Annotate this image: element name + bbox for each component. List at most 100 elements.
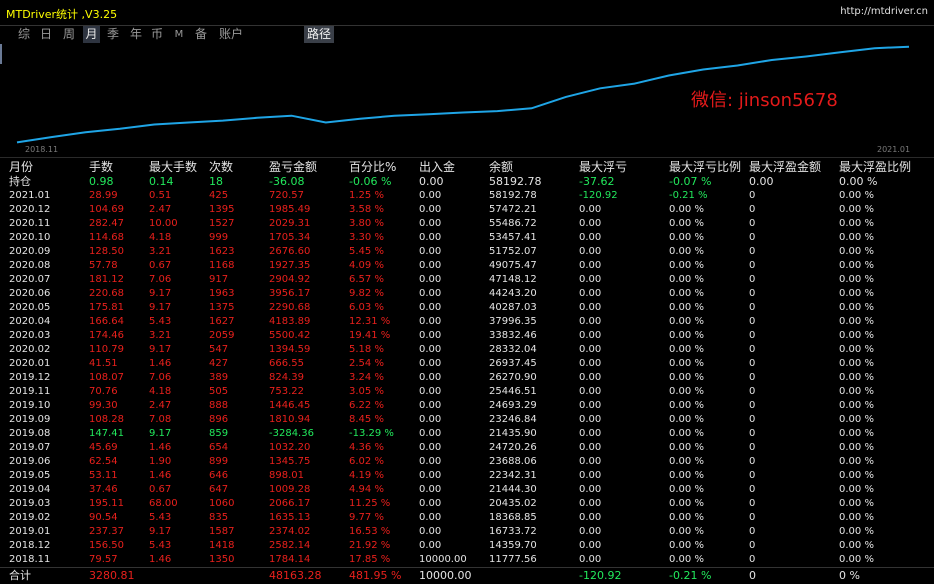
tab-quarter[interactable]: 季: [106, 26, 120, 43]
table-cell-6: 0.00: [419, 470, 442, 481]
table-row[interactable]: 2019.10 99.30 2.47 888 1446.45 6.22 % 0.00 2469…: [0, 399, 934, 413]
table-row[interactable]: 2019.08 147.41 9.17 859 -3284.36 -13.29 % 0.00…: [0, 427, 934, 441]
table-cell-7: 53457.41: [489, 232, 537, 243]
table-cell-8: 0.00: [579, 554, 602, 565]
table-cell-9: 0.00 %: [669, 316, 704, 327]
tab-currency[interactable]: 币: [150, 26, 164, 43]
table-cell-5: 1.25 %: [349, 190, 384, 201]
tab-m[interactable]: M: [173, 26, 185, 43]
table-cell-0: 2020.01: [9, 358, 51, 369]
table-cell-8: 0.00: [579, 274, 602, 285]
table-cell-4: 4183.89: [269, 316, 311, 327]
tab-year[interactable]: 年: [128, 26, 144, 43]
table-row[interactable]: 2019.05 53.11 1.46 646 898.01 4.19 % 0.00 22342…: [0, 469, 934, 483]
table-cell-2: 7.08: [149, 414, 172, 425]
table-row[interactable]: 2019.12 108.07 7.06 389 824.39 3.24 % 0.00 2627…: [0, 371, 934, 385]
table-row[interactable]: 2020.08 57.78 0.67 1168 1927.35 4.09 % 0.00 490…: [0, 259, 934, 273]
table-cell-10: 0: [749, 428, 756, 439]
table-row[interactable]: 2019.02 90.54 5.43 835 1635.13 9.77 % 0.00 1836…: [0, 511, 934, 525]
table-row[interactable]: 2020.01 41.51 1.46 427 666.55 2.54 % 0.00 26937…: [0, 357, 934, 371]
table-cell-11: 0.00 %: [839, 470, 874, 481]
table-cell-6: 0.00: [419, 288, 442, 299]
table-row[interactable]: 2019.04 37.46 0.67 647 1009.28 4.94 % 0.00 2144…: [0, 483, 934, 497]
table-row[interactable]: 2019.11 70.76 4.18 505 753.22 3.05 % 0.00 25446…: [0, 385, 934, 399]
table-cell-1: 104.69: [89, 204, 124, 215]
table-row[interactable]: 2020.05 175.81 9.17 1375 2290.68 6.03 % 0.00 40…: [0, 301, 934, 315]
table-cell-3: 899: [209, 456, 229, 467]
table-row[interactable]: 2020.02 110.79 9.17 547 1394.59 5.18 % 0.00 283…: [0, 343, 934, 357]
tab-account[interactable]: 账户: [217, 26, 245, 43]
table-row[interactable]: 2019.03 195.11 68.00 1060 2066.17 11.25 % 0.00…: [0, 497, 934, 511]
table-cell-9: 0.00 %: [669, 358, 704, 369]
table-row[interactable]: 2018.11 79.57 1.46 1350 1784.14 17.85 % 10000.…: [0, 553, 934, 567]
table-cell-7: 33832.46: [489, 330, 537, 341]
tab-month[interactable]: 月: [83, 26, 100, 43]
table-cell-2: 68.00: [149, 498, 178, 509]
table-row[interactable]: 2020.04 166.64 5.43 1627 4183.89 12.31 % 0.00 3…: [0, 315, 934, 329]
table-cell-7: 20435.02: [489, 498, 537, 509]
table-cell-10: 0: [749, 232, 756, 243]
table-row[interactable]: 2018.12 156.50 5.43 1418 2582.14 21.92 % 0.00 1…: [0, 539, 934, 553]
table-cell-11: 0.00 %: [839, 414, 874, 425]
table-cell-11: 0.00 %: [839, 442, 874, 453]
table-cell-7: 21444.30: [489, 484, 537, 495]
table-cell-4: 1345.75: [269, 456, 311, 467]
table-cell-11: 0.00 %: [839, 484, 874, 495]
table-cell-4: -3284.36: [269, 428, 314, 439]
table-cell-2: 1.46: [149, 442, 172, 453]
table-cell-3: 1418: [209, 540, 235, 551]
tab-week[interactable]: 周: [61, 26, 77, 43]
table-cell-6: 0.00: [419, 526, 442, 537]
table-cell-8: 0.00: [579, 414, 602, 425]
table-row[interactable]: 2020.09 128.50 3.21 1623 2676.60 5.45 % 0.00 51…: [0, 245, 934, 259]
table-row[interactable]: 2021.01 28.99 0.51 425 720.57 1.25 % 0.00 58192…: [0, 189, 934, 203]
table-cell-2: 9.17: [149, 344, 172, 355]
path-button[interactable]: 路径: [304, 26, 334, 43]
table-cell-1: 156.50: [89, 540, 124, 551]
tab-overall[interactable]: 综: [17, 26, 31, 43]
table-cell-11: 0.00 %: [839, 260, 874, 271]
table-cell-5: 4.94 %: [349, 484, 384, 495]
total-row: 合计 3280.81 48163.28 481.95 % 10000.00 -120.92…: [0, 567, 934, 584]
website-link[interactable]: http://mtdriver.cn: [840, 6, 928, 17]
table-row[interactable]: 2019.01 237.37 9.17 1587 2374.02 16.53 % 0.00 1…: [0, 525, 934, 539]
table-cell-3: 1375: [209, 302, 235, 313]
table-cell-5: 8.45 %: [349, 414, 384, 425]
header-cell-0: 月份: [9, 160, 34, 174]
table-cell-6: 0.00: [419, 190, 442, 201]
table-cell-9: 0.00 %: [669, 218, 704, 229]
table-cell-10: 0: [749, 372, 756, 383]
table-cell-1: 175.81: [89, 302, 124, 313]
table-row[interactable]: 2020.12 104.69 2.47 1395 1985.49 3.58 % 0.00 57…: [0, 203, 934, 217]
table-cell-0: 2020.05: [9, 302, 51, 313]
table-cell-8: 0.00: [579, 484, 602, 495]
total-cell-1: 3280.81: [89, 569, 135, 582]
table-cell-11: 0.00 %: [839, 344, 874, 355]
table-row[interactable]: 2020.11 282.47 10.00 1527 2029.31 3.80 % 0.00 5…: [0, 217, 934, 231]
table-row[interactable]: 2020.07 181.12 7.06 917 2904.92 6.57 % 0.00 471…: [0, 273, 934, 287]
tab-day[interactable]: 日: [39, 26, 53, 43]
table-cell-10: 0: [749, 414, 756, 425]
table-cell-10: 0: [749, 316, 756, 327]
table-cell-11: 0.00 %: [839, 526, 874, 537]
table-cell-6: 0.00: [419, 386, 442, 397]
table-cell-7: 44243.20: [489, 288, 537, 299]
table-cell-9: 0.00 %: [669, 400, 704, 411]
table-cell-2: 10.00: [149, 218, 178, 229]
header-cell-7: 余额: [489, 160, 514, 174]
table-row[interactable]: 2019.09 108.28 7.08 896 1810.94 8.45 % 0.00 232…: [0, 413, 934, 427]
tab-backup[interactable]: 备: [194, 26, 208, 43]
table-row[interactable]: 2020.06 220.68 9.17 1963 3956.17 9.82 % 0.00 44…: [0, 287, 934, 301]
table-cell-5: 21.92 %: [349, 540, 391, 551]
table-cell-5: 4.19 %: [349, 470, 384, 481]
table-row[interactable]: 2020.10 114.68 4.18 999 1705.34 3.30 % 0.00 534…: [0, 231, 934, 245]
table-cell-1: 195.11: [89, 498, 124, 509]
table-cell-0: 2019.11: [9, 386, 51, 397]
table-row[interactable]: 2019.06 62.54 1.90 899 1345.75 6.02 % 0.00 2368…: [0, 455, 934, 469]
table-row[interactable]: 2020.03 174.46 3.21 2059 5500.42 19.41 % 0.00 3…: [0, 329, 934, 343]
total-cell-4: 48163.28: [269, 569, 322, 582]
table-row[interactable]: 2019.07 45.69 1.46 654 1032.20 4.36 % 0.00 2472…: [0, 441, 934, 455]
table-cell-9: 0.00 %: [669, 540, 704, 551]
total-cell-9: -0.21 %: [669, 569, 712, 582]
table-cell-5: 5.45 %: [349, 246, 384, 257]
